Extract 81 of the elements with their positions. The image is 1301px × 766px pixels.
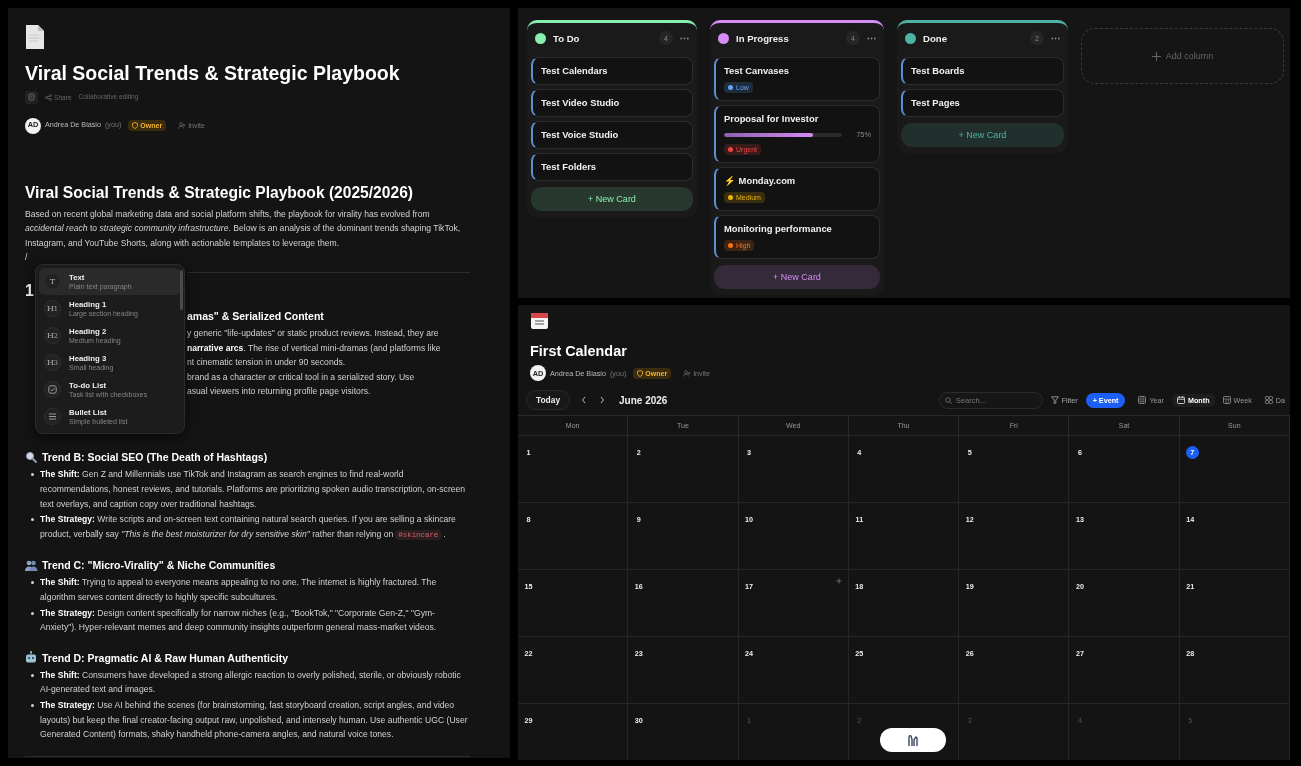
section-heading: Trend B: Social SEO (The Death of Hashtags) [42, 450, 268, 465]
more-icon [680, 36, 689, 40]
chevron-right-icon [600, 396, 606, 404]
bullet-dot [31, 673, 34, 677]
more-button[interactable] [680, 36, 689, 40]
task-card[interactable]: Test Pages [901, 89, 1064, 117]
today-button[interactable]: Today [526, 390, 571, 410]
heading-fragment: amas" & Serialized Content [187, 308, 325, 323]
section-heading: Trend C: "Micro-Virality" & Niche Communities [42, 558, 276, 573]
shield-icon [637, 369, 644, 377]
task-card[interactable]: Test Boards [901, 57, 1064, 85]
body-text-line: asual viewers into returning profile page visitors. [187, 385, 372, 399]
task-card[interactable]: Test Video Studio [531, 89, 693, 117]
column-title: Done [923, 32, 947, 44]
bullet-text: The Strategy: Design content specifically for narrow niches (e.g., "BookTok," "Corporate Gen-Z," "Gym-Anxiety"). Hyper-relevant memes and deep community insights outperform general mass-market videos. [40, 606, 438, 635]
bullet-text: The Strategy: Use AI behind the scenes (for brainstorming, fast storyboard creation, script angles, and video layouts) but keep the final creator-facing output raw, unpolished, and intensely human. Use authentic UGC (User Generated Content) formats, shaky handheld phone-camera angles, and natural voice tones. [40, 698, 469, 742]
more-icon [1051, 36, 1060, 40]
floating-button[interactable] [880, 728, 946, 752]
file-icon [25, 24, 45, 50]
grid-icon [1138, 396, 1147, 404]
more-button[interactable] [867, 36, 876, 40]
card-title: Test Calendars [541, 65, 609, 77]
card-title: Test Voice Studio [541, 129, 620, 141]
list-icon [48, 412, 57, 422]
more-button[interactable] [1051, 36, 1060, 40]
bullet-dot [31, 703, 34, 707]
body-text-line: y generic "life-updates" or static product reviews. Instead, they are [187, 326, 440, 340]
page-button[interactable] [25, 90, 38, 104]
bullet-dot [31, 611, 34, 615]
calendar-title: First Calendar [530, 342, 628, 360]
plus-icon [1151, 51, 1161, 61]
task-card[interactable]: Test Voice Studio [531, 121, 693, 149]
share-icon [45, 93, 52, 101]
shield-icon [132, 122, 139, 130]
bullet-dot [31, 518, 34, 522]
card-title: Monitoring performance [724, 223, 833, 235]
search-icon [944, 396, 952, 404]
card-title: Test Pages [911, 97, 961, 109]
new-card-button[interactable]: + New Card [531, 187, 693, 211]
card-title: Test Canvases [724, 65, 790, 77]
bullet-dot [31, 581, 34, 585]
block-type-icon: T [44, 273, 61, 291]
calendar-icon [530, 311, 549, 330]
new-card-button[interactable]: + New Card [901, 123, 1064, 147]
card-title: Test Video Studio [541, 97, 621, 109]
body-text-line: brand as a character or critical tool in a serialized story. Use [187, 370, 416, 384]
month-label: June 2026 [619, 394, 668, 406]
body-text-line: narrative arcs. The rise of vertical mini-dramas (and platforms like [187, 341, 442, 355]
more-icon [867, 36, 876, 40]
page-icon [28, 93, 35, 102]
chevron-left-icon [581, 396, 587, 404]
calendar-small-icon [1177, 396, 1185, 404]
person-plus-icon [683, 369, 692, 377]
column-title: To Do [553, 32, 580, 44]
bullet-text: The Shift: Trying to appeal to everyone means appealing to no one. The internet is highly fractured. The algorithm serves content directly to highly specific subcultures. [40, 576, 438, 604]
slash-command-text[interactable]: / [25, 250, 470, 265]
section-heading: Trend D: Pragmatic AI & Raw Human Authenticity [42, 650, 288, 665]
body-text-line: nt cinematic tension in under 90 seconds. [187, 356, 347, 370]
squares-icon [1264, 396, 1273, 404]
card-title: Test Boards [911, 65, 966, 77]
people-icon [25, 558, 38, 572]
intro-paragraph: Based on recent global marketing data and social platform shifts, the playbook for virality has evolved from accidental reach to strategic community infrastructure. Below is an analysis of the dominant trends shaping TikTok, Instagram, and YouTube Shorts, along with actionable templates to leverage them. [25, 207, 462, 250]
columns-icon [1222, 396, 1231, 404]
robot-icon [25, 651, 38, 665]
heading-fragment: 1 [25, 280, 34, 301]
task-card[interactable]: Test Folders [531, 153, 693, 181]
card-title: Proposal for Investor [724, 113, 820, 125]
card-title: ⚡ Monday.com [724, 175, 797, 187]
bullet-text: The Shift: Consumers have developed a strong allergic reaction to overly polished, sterile, or obviously robotic AI-generated text and images. [40, 668, 462, 697]
magnifier-icon [25, 450, 38, 464]
document-heading: Viral Social Trends & Strategic Playbook (2025/2026) [25, 182, 414, 203]
bullet-dot [31, 473, 34, 477]
bullet-text: The Shift: Gen Z and Millennials use TikTok and Instagram as search engines to find real-world recommendations, honest reviews, and tutorials. Platforms are prioritizing spoken audio transcription, on-screen text overlays, and caption copy over traditional hashtags. [40, 468, 467, 511]
person-plus-icon [178, 122, 187, 130]
checkbox-icon [48, 385, 57, 395]
card-title: Test Folders [541, 161, 598, 173]
document-title: Viral Social Trends & Strategic Playbook [25, 60, 401, 85]
column-title: In Progress [736, 32, 789, 44]
task-card[interactable]: Test Calendars [531, 57, 693, 85]
new-card-button[interactable]: + New Card [714, 265, 880, 289]
filter-icon [1050, 396, 1059, 404]
